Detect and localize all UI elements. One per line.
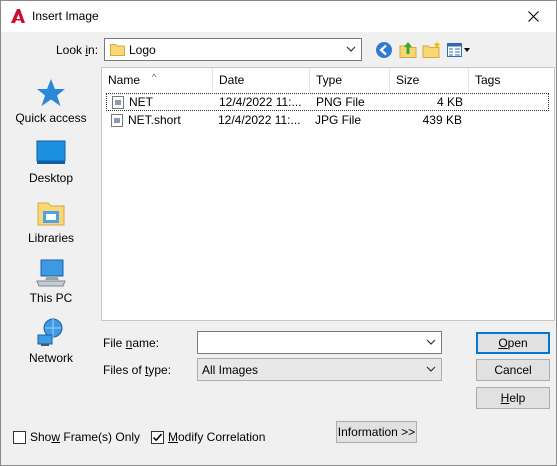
file-name: NET: [129, 95, 153, 109]
files-of-type-value: All Images: [202, 363, 259, 377]
file-name-input[interactable]: [197, 331, 442, 354]
place-label: This PC: [29, 291, 73, 305]
help-button[interactable]: Help: [476, 387, 550, 409]
place-label: Quick access: [15, 111, 87, 125]
back-icon[interactable]: [374, 40, 394, 60]
place-label: Libraries: [27, 231, 75, 245]
views-menu-icon[interactable]: [446, 40, 472, 60]
file-type: JPG File: [315, 113, 362, 127]
place-this-pc[interactable]: This PC: [6, 257, 96, 315]
chevron-down-icon: [426, 366, 436, 372]
column-header-date[interactable]: Date: [213, 68, 310, 92]
place-desktop[interactable]: Desktop: [6, 137, 96, 195]
close-icon: [527, 11, 539, 22]
up-folder-icon[interactable]: [398, 40, 418, 60]
column-header-tags[interactable]: Tags: [469, 68, 555, 92]
show-frames-only-checkbox[interactable]: Show Frame(s) Only: [13, 429, 140, 445]
file-size: 439 KB: [422, 113, 462, 127]
file-name: NET.short: [128, 113, 181, 127]
folder-icon: [110, 44, 125, 56]
look-in-dropdown[interactable]: Logo: [104, 38, 362, 61]
file-name-label: File name:: [103, 336, 160, 350]
new-folder-icon[interactable]: [422, 40, 442, 60]
file-row[interactable]: NET.short 12/4/2022 11:... JPG File 439 …: [106, 112, 549, 130]
file-type: PNG File: [316, 95, 365, 109]
files-of-type-label: Files of type:: [103, 363, 172, 377]
chevron-down-icon[interactable]: [426, 337, 436, 347]
sort-ascending-icon: ^: [152, 72, 157, 82]
libraries-icon: [37, 202, 65, 226]
files-of-type-dropdown[interactable]: All Images: [197, 358, 442, 381]
place-label: Network: [28, 351, 73, 365]
quick-access-star-icon: [37, 79, 65, 106]
place-libraries[interactable]: Libraries: [6, 197, 96, 255]
modify-correlation-label: Modify Correlation: [168, 430, 266, 444]
look-in-label: Look in:: [56, 43, 99, 57]
network-icon: [37, 318, 63, 346]
column-header-name[interactable]: ^ Name: [102, 68, 213, 92]
autocad-a-icon: [11, 9, 25, 23]
modify-correlation-checkbox[interactable]: Modify Correlation: [151, 429, 265, 445]
image-file-icon: [112, 96, 124, 109]
place-label: Desktop: [28, 171, 74, 185]
image-file-icon: [111, 114, 123, 127]
checkbox-box[interactable]: [151, 430, 164, 444]
look-in-value: Logo: [129, 43, 156, 57]
file-date: 12/4/2022 11:...: [219, 95, 302, 109]
window-title: Insert Image: [32, 9, 99, 23]
place-network[interactable]: Network: [6, 317, 96, 375]
checkmark-icon: [152, 433, 163, 441]
close-button[interactable]: [510, 1, 556, 32]
this-pc-icon: [36, 259, 66, 287]
places-bar: Quick access Desktop Libraries This PC N…: [6, 67, 96, 406]
desktop-icon: [36, 140, 66, 164]
place-quick-access[interactable]: Quick access: [6, 77, 96, 135]
file-date: 12/4/2022 11:...: [218, 113, 301, 127]
column-header-type[interactable]: Type: [310, 68, 390, 92]
information-button[interactable]: Information >>: [336, 421, 417, 443]
open-button[interactable]: Open: [476, 332, 550, 354]
title-bar: Insert Image: [1, 1, 556, 32]
file-row[interactable]: NET 12/4/2022 11:... PNG File 4 KB: [106, 93, 549, 111]
checkbox-box[interactable]: [13, 430, 26, 444]
file-list[interactable]: ^ Name Date Type Size Tags NET 12/4/2022…: [101, 67, 555, 321]
insert-image-dialog: Insert Image Look in: Logo Quick access …: [0, 0, 557, 466]
file-size: 4 KB: [436, 95, 463, 109]
show-frames-only-label: Show Frame(s) Only: [30, 430, 141, 444]
chevron-down-icon: [346, 46, 356, 52]
column-header-size[interactable]: Size: [390, 68, 469, 92]
cancel-button[interactable]: Cancel: [476, 359, 550, 381]
